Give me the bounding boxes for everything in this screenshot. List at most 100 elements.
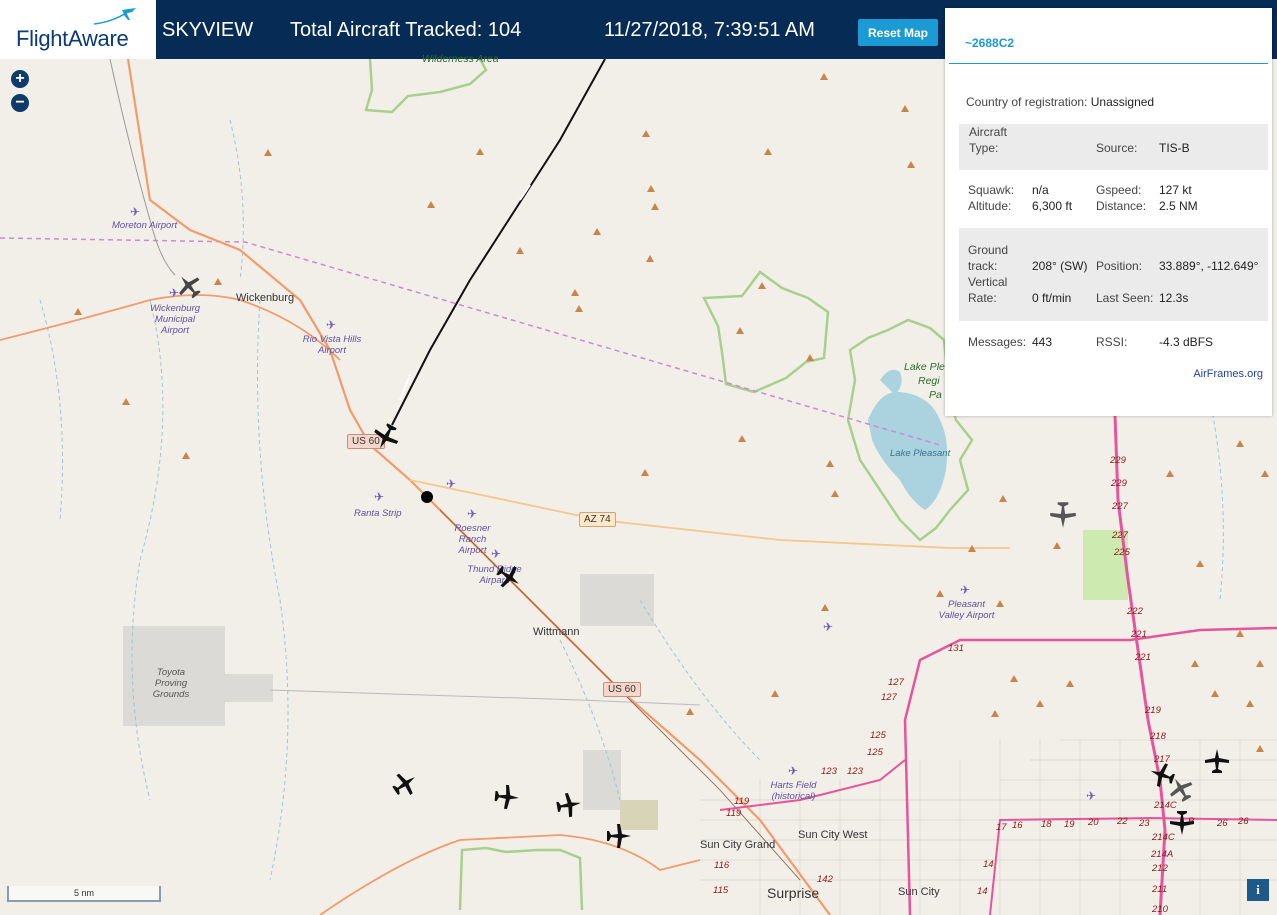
selected-aircraft-icon[interactable] xyxy=(369,420,403,454)
road-number: 115 xyxy=(713,885,729,896)
airport-icon: ✈ xyxy=(446,477,457,491)
airframes-link[interactable]: AirFrames.org xyxy=(1193,368,1263,380)
panel-divider xyxy=(949,63,1268,64)
aircraft-type-label: Aircraft Type: xyxy=(969,125,1008,155)
reset-map-button[interactable]: Reset Map xyxy=(858,19,938,46)
squawk-value: n/a xyxy=(1032,183,1049,197)
last-seen-value: 12.3s xyxy=(1159,291,1189,305)
road-number: 123 xyxy=(821,766,837,777)
airport-label-rio-vista: Rio Vista Hills Airport xyxy=(302,334,362,356)
place-label-sun-city-west: Sun City West xyxy=(798,829,868,841)
road-number: 229 xyxy=(1111,478,1127,489)
road-number: 222 xyxy=(1127,606,1143,617)
aircraft-icon[interactable] xyxy=(1046,498,1080,532)
road-number: 219 xyxy=(1145,705,1161,716)
info-icon[interactable]: i xyxy=(1247,879,1269,901)
road-number: 131 xyxy=(948,643,964,654)
road-number: 116 xyxy=(714,860,730,871)
info-block-track: Ground track: 208° (SW) Position: 33.889… xyxy=(959,228,1268,321)
airport-label-wickenburg: Wickenburg Municipal Airport xyxy=(149,303,201,336)
road-number: 16 xyxy=(1012,820,1023,831)
aircraft-icon[interactable] xyxy=(173,270,205,302)
road-number: 127 xyxy=(888,677,904,688)
airport-icon: ✈ xyxy=(788,764,799,778)
logo-text: FlightAware xyxy=(16,26,129,51)
airport-icon: ✈ xyxy=(326,318,337,332)
place-label-sun-city: Sun City xyxy=(898,886,940,898)
messages-label: Messages: xyxy=(968,335,1027,349)
distance-label: Distance: xyxy=(1096,199,1147,213)
squawk-label: Squawk: xyxy=(968,183,1015,197)
road-number: 19 xyxy=(1064,819,1075,830)
position-value: 33.889°, -112.649° xyxy=(1159,259,1259,273)
aircraft-icon[interactable] xyxy=(389,768,421,800)
aircraft-icon[interactable] xyxy=(1166,807,1198,839)
zoom-out-button[interactable]: − xyxy=(11,94,29,112)
altitude-value: 6,300 ft xyxy=(1032,199,1073,213)
road-number: 212 xyxy=(1152,863,1168,874)
aircraft-hex-id: ~2688C2 xyxy=(965,36,1015,50)
place-label-toyota: Toyota Proving Grounds xyxy=(152,667,190,700)
current-datetime: 11/27/2018, 7:39:51 AM xyxy=(604,19,815,41)
info-block-squawk: Squawk: n/a Gspeed: 127 kt Altitude: 6,3… xyxy=(959,180,1268,228)
road-number: 221 xyxy=(1131,629,1147,640)
aircraft-icon[interactable] xyxy=(1201,745,1233,777)
aircraft-icon[interactable] xyxy=(553,789,585,821)
aircraft-info-panel: ~2688C2 Country of registration: Unassig… xyxy=(945,8,1272,416)
road-number: 18 xyxy=(1041,819,1052,830)
road-number: 221 xyxy=(1135,652,1151,663)
info-block-messages: Messages: 443 RSSI: -4.3 dBFS xyxy=(959,330,1268,354)
source-label: Source: xyxy=(1096,141,1138,155)
road-number: 229 xyxy=(1110,455,1126,466)
airport-label-roesner: Roesner Ranch Airport xyxy=(454,523,491,556)
aircraft-count: Total Aircraft Tracked: 104 xyxy=(290,19,522,41)
road-number: 211 xyxy=(1152,884,1168,895)
road-number: 214A xyxy=(1151,849,1174,860)
road-number: 125 xyxy=(870,730,886,741)
road-number: 14 xyxy=(983,859,994,870)
aircraft-icon[interactable] xyxy=(1165,773,1197,805)
road-number: 26 xyxy=(1217,818,1228,829)
altitude-label: Altitude: xyxy=(968,199,1012,213)
airport-label-moreton: Moreton Airport xyxy=(112,220,178,231)
road-number: 227 xyxy=(1112,501,1128,512)
gspeed-value: 127 kt xyxy=(1159,183,1192,197)
aircraft-icon[interactable] xyxy=(493,561,525,593)
place-label-pa: Pa xyxy=(929,389,942,401)
airport-label-harts-field: Harts Field (historical) xyxy=(770,780,817,802)
aircraft-icon[interactable] xyxy=(491,781,523,813)
airport-label-pleasant-valley: Pleasant Valley Airport xyxy=(938,599,995,621)
place-label-lake-ple: Lake Ple xyxy=(904,361,945,373)
country-value: Unassigned xyxy=(1090,95,1155,109)
flightaware-logo[interactable]: FlightAware xyxy=(0,0,156,59)
place-label-regi: Regi xyxy=(918,375,940,387)
road-number: 23 xyxy=(1139,818,1150,829)
road-number: 22 xyxy=(1117,816,1128,827)
place-label-wittmann: Wittmann xyxy=(533,626,580,638)
gspeed-label: Gspeed: xyxy=(1096,183,1142,197)
road-number: 14 xyxy=(977,886,988,897)
road-number: 210 xyxy=(1152,904,1168,915)
aircraft-icon[interactable] xyxy=(603,820,635,852)
road-number: 225 xyxy=(1114,547,1130,558)
vertical-rate-label: Vertical Rate: xyxy=(968,275,1008,305)
ground-track-label: Ground track: xyxy=(968,243,1009,273)
airport-icon: ✈ xyxy=(130,205,141,219)
distance-value: 2.5 NM xyxy=(1159,199,1198,213)
map-scale: 5 nm xyxy=(7,886,161,902)
messages-value: 443 xyxy=(1032,335,1053,349)
logo-plane-icon xyxy=(93,8,136,25)
vertical-rate-value: 0 ft/min xyxy=(1032,291,1072,305)
road-number: 227 xyxy=(1112,530,1128,541)
rssi-label: RSSI: xyxy=(1096,335,1128,349)
road-number: 119 xyxy=(734,796,750,807)
road-number: 142 xyxy=(817,874,833,885)
road-number: 218 xyxy=(1150,731,1166,742)
airport-icon: ✈ xyxy=(1086,789,1097,803)
last-seen-label: Last Seen: xyxy=(1096,291,1154,305)
road-number: 127 xyxy=(881,692,897,703)
country-of-registration: Country of registration: Unassigned xyxy=(966,95,1155,109)
page-title: SKYVIEW xyxy=(162,19,254,41)
road-shield-az74: AZ 74 xyxy=(579,512,616,527)
zoom-in-button[interactable]: + xyxy=(11,70,29,88)
